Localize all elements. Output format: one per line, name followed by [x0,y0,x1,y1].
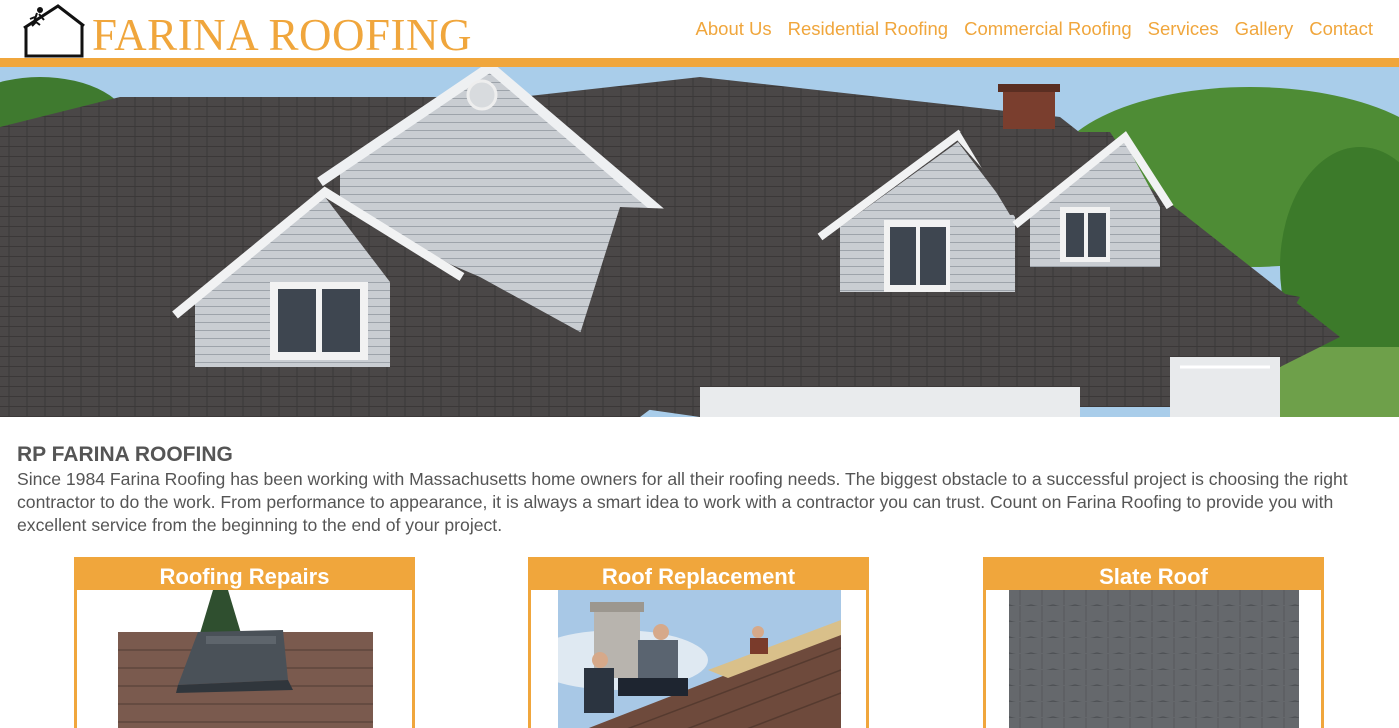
nav-about-us[interactable]: About Us [696,18,772,40]
roof-replacement-image [531,590,842,728]
card-title: Roofing Repairs [77,560,412,590]
nav-contact[interactable]: Contact [1309,18,1373,40]
intro-body: Since 1984 Farina Roofing has been worki… [17,469,1348,535]
hero-image [0,67,1399,417]
slate-roof-image [1009,590,1299,728]
main-nav: About Us Residential Roofing Commercial … [680,18,1373,40]
house-roofer-icon [20,4,88,58]
card-slate-roof[interactable]: Slate Roof [983,557,1324,728]
logo-text: FARINA ROOFING [92,10,472,60]
nav-gallery[interactable]: Gallery [1235,18,1294,40]
site-header: FARINA ROOFING About Us Residential Roof… [0,0,1399,59]
card-title: Slate Roof [986,560,1321,590]
nav-services[interactable]: Services [1148,18,1219,40]
header-divider [0,58,1399,67]
intro-section: RP FARINA ROOFING Since 1984 Farina Roof… [17,442,1387,537]
roofing-repairs-image [118,590,373,728]
card-title: Roof Replacement [531,560,866,590]
nav-residential-roofing[interactable]: Residential Roofing [788,18,948,40]
intro-heading: RP FARINA ROOFING [17,443,233,466]
logo[interactable]: FARINA ROOFING [20,2,500,58]
card-roofing-repairs[interactable]: Roofing Repairs [74,557,415,728]
card-roof-replacement[interactable]: Roof Replacement [528,557,869,728]
nav-commercial-roofing[interactable]: Commercial Roofing [964,18,1132,40]
